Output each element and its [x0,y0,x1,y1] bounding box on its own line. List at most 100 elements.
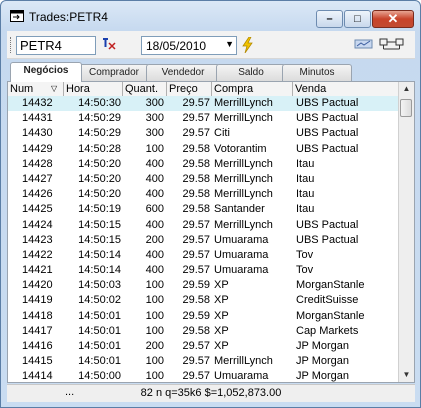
cell-compra: Votorantim [214,142,267,155]
cell-num: 14426 [22,188,53,201]
tab-saldo[interactable]: Saldo [216,64,286,81]
column-header-num[interactable]: Num ▽ [8,82,64,96]
table-row[interactable]: 14430 14:50:29 300 29.57 Citi UBS Pactual [8,126,400,141]
date-picker[interactable]: 18/05/2010 ▼ [141,36,237,55]
ticker-lookup-icon[interactable] [100,37,118,53]
table-row[interactable]: 14419 14:50:02 100 29.58 XP CreditSuisse [8,293,400,308]
table-row[interactable]: 14423 14:50:15 200 29.57 Umuarama UBS Pactual [8,233,400,248]
cell-compra: MerrillLynch [214,218,273,231]
tab-negocios[interactable]: Negócios [10,62,82,82]
table-row[interactable]: 14417 14:50:01 100 29.58 XP Cap Markets [8,324,400,339]
scroll-up-icon[interactable]: ▲ [400,82,413,96]
cell-compra: Santander [214,203,265,216]
vertical-scrollbar[interactable]: ▲ ▼ [398,82,414,382]
cell-venda: Itau [296,188,315,201]
cell-preco: 29.57 [182,97,210,109]
cell-num: 14429 [22,142,53,155]
table-body: 14432 14:50:30 300 29.57 MerrillLynch UBS Pac… [8,96,400,383]
table-row[interactable]: 14428 14:50:20 400 29.58 MerrillLynch Itau [8,157,400,172]
cell-compra: MerrillLynch [214,355,273,368]
trades-window: Trades:PETR4 – □ ✕ PETR4 18/05/2010 ▼ Co… [0,0,421,408]
cell-preco: 29.58 [182,324,210,337]
window-title: Trades:PETR4 [29,10,108,24]
cell-preco: 29.59 [182,309,210,322]
status-summary: 82 n q=35k6 $=1,052,873.00 [140,387,282,399]
table-row[interactable]: 14431 14:50:29 300 29.57 MerrillLynch UBS Pac… [8,111,400,126]
cell-venda: UBS Pactual [296,233,359,246]
date-value: 18/05/2010 [146,39,207,53]
column-header-compra[interactable]: Compra [212,82,293,96]
cell-compra: MerrillLynch [214,188,273,201]
column-header-hora[interactable]: Hora [64,82,123,96]
table-row[interactable]: 14414 14:50:00 100 29.57 Umuarama JP Morgan [8,369,400,383]
column-header-preco[interactable]: Preço [167,82,212,96]
table-row[interactable]: 14429 14:50:28 100 29.58 Votorantim UBS Pactu… [8,142,400,157]
cell-quant: 100 [145,309,164,322]
cell-compra: MerrillLynch [214,97,273,109]
cell-hora: 14:50:20 [78,172,121,185]
cell-num: 14424 [22,218,53,231]
cell-preco: 29.58 [182,142,210,155]
cell-preco: 29.57 [182,218,210,231]
table-row[interactable]: 14415 14:50:01 100 29.57 MerrillLynch JP Morg… [8,354,400,369]
table-row[interactable]: 14422 14:50:14 400 29.57 Umuarama Tov [8,248,400,263]
lightning-icon[interactable] [239,36,257,54]
table-row[interactable]: 14416 14:50:01 200 29.57 XP JP Morgan [8,339,400,354]
cell-num: 14423 [22,233,53,246]
cell-preco: 29.59 [182,279,210,292]
chevron-down-icon[interactable]: ▼ [225,39,234,49]
cell-preco: 29.58 [182,157,210,170]
ticker-input[interactable]: PETR4 [16,36,96,55]
cell-venda: MorganStanle [296,309,365,322]
table-row[interactable]: 14432 14:50:30 300 29.57 MerrillLynch UBS Pac… [8,96,400,112]
network-icon[interactable] [379,37,405,53]
cell-venda: UBS Pactual [296,142,359,155]
cell-preco: 29.58 [182,203,210,216]
cell-venda: UBS Pactual [296,112,359,125]
cell-num: 14430 [22,127,53,140]
tab-comprador[interactable]: Comprador [78,64,150,81]
cell-quant: 400 [145,188,164,201]
cell-compra: XP [214,324,229,337]
toolbar-grip[interactable] [10,37,14,53]
table-row[interactable]: 14418 14:50:01 100 29.59 XP MorganStanle [8,309,400,324]
cell-quant: 100 [145,370,164,383]
table-row[interactable]: 14426 14:50:20 400 29.58 MerrillLynch Itau [8,187,400,202]
cell-hora: 14:50:01 [78,309,121,322]
cell-preco: 29.58 [182,188,210,201]
cell-num: 14428 [22,157,53,170]
cell-compra: Citi [214,127,230,140]
column-header-venda[interactable]: Venda [293,82,373,96]
table-row[interactable]: 14424 14:50:15 400 29.57 MerrillLynch UBS Pac… [8,218,400,233]
cell-quant: 100 [145,324,164,337]
cell-venda: UBS Pactual [296,97,359,109]
table-row[interactable]: 14425 14:50:19 600 29.58 Santander Itau [8,202,400,217]
cell-quant: 100 [145,142,164,155]
cell-preco: 29.57 [182,127,210,140]
cell-quant: 400 [145,218,164,231]
cell-hora: 14:50:14 [78,248,121,261]
tab-vendedor[interactable]: Vendedor [146,64,220,81]
cell-num: 14427 [22,172,53,185]
table-row[interactable]: 14420 14:50:03 100 29.59 XP MorganStanle [8,278,400,293]
cell-compra: Umuarama [214,233,269,246]
cell-venda: JP Morgan [296,355,349,368]
minimize-button[interactable]: – [316,10,343,28]
column-header-quant[interactable]: Quant. [123,82,167,96]
close-button[interactable]: ✕ [372,10,414,28]
cell-hora: 14:50:02 [78,294,121,307]
title-bar[interactable]: Trades:PETR4 – □ ✕ [1,1,420,31]
trades-table: Num ▽ Hora Quant. Preço Compra Venda 144… [7,81,415,383]
table-row[interactable]: 14427 14:50:20 400 29.58 MerrillLynch Itau [8,172,400,187]
scroll-thumb[interactable] [400,99,412,117]
scroll-down-icon[interactable]: ▼ [400,368,413,382]
chart-link-icon[interactable] [354,37,374,53]
tab-minutos[interactable]: Minutos [282,64,352,81]
cell-hora: 14:50:15 [78,233,121,246]
maximize-button[interactable]: □ [344,10,371,28]
cell-preco: 29.57 [182,248,210,261]
table-row[interactable]: 14421 14:50:14 400 29.57 Umuarama Tov [8,263,400,278]
cell-num: 14419 [22,294,53,307]
cell-quant: 300 [145,97,164,109]
close-icon: ✕ [387,11,399,26]
